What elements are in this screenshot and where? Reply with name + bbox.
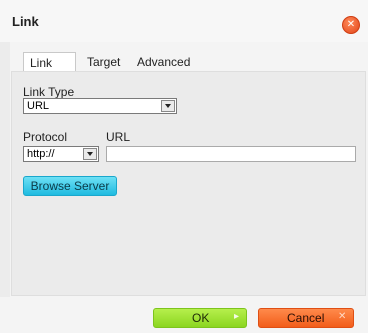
background-strip [0, 42, 10, 333]
url-label: URL [106, 130, 131, 144]
chevron-down-icon[interactable] [161, 100, 175, 112]
protocol-select[interactable]: http:// [23, 146, 99, 162]
protocol-label: Protocol [23, 130, 68, 144]
close-icon: ✕ [338, 311, 347, 322]
cancel-label: Cancel [287, 311, 325, 325]
ok-label: OK [192, 311, 210, 325]
protocol-value: http:// [27, 148, 55, 160]
link-type-select[interactable]: URL [23, 98, 177, 114]
tab-link-info[interactable]: Link Info [23, 52, 76, 90]
arrow-right-icon: ▸ [234, 311, 240, 322]
browse-server-button[interactable]: Browse Server [23, 176, 117, 196]
close-icon: ✕ [346, 19, 356, 30]
close-button[interactable]: ✕ [342, 16, 360, 34]
dialog-title: Link [12, 14, 39, 29]
tab-advanced[interactable]: Advanced [137, 52, 190, 72]
chevron-down-icon[interactable] [83, 148, 97, 160]
tab-label: Target [87, 55, 121, 69]
dialog-titlebar[interactable]: Link ✕ [0, 0, 368, 42]
tab-target[interactable]: Target [87, 52, 120, 72]
cancel-button[interactable]: Cancel ✕ [258, 308, 354, 328]
link-type-label: Link Type [23, 85, 75, 99]
link-type-value: URL [27, 100, 50, 112]
link-dialog: Link ✕ Link Info Target Advanced Link Ty… [0, 0, 368, 333]
tab-label: Advanced [137, 55, 191, 69]
ok-button[interactable]: OK ▸ [153, 308, 247, 328]
url-input[interactable] [106, 146, 356, 162]
